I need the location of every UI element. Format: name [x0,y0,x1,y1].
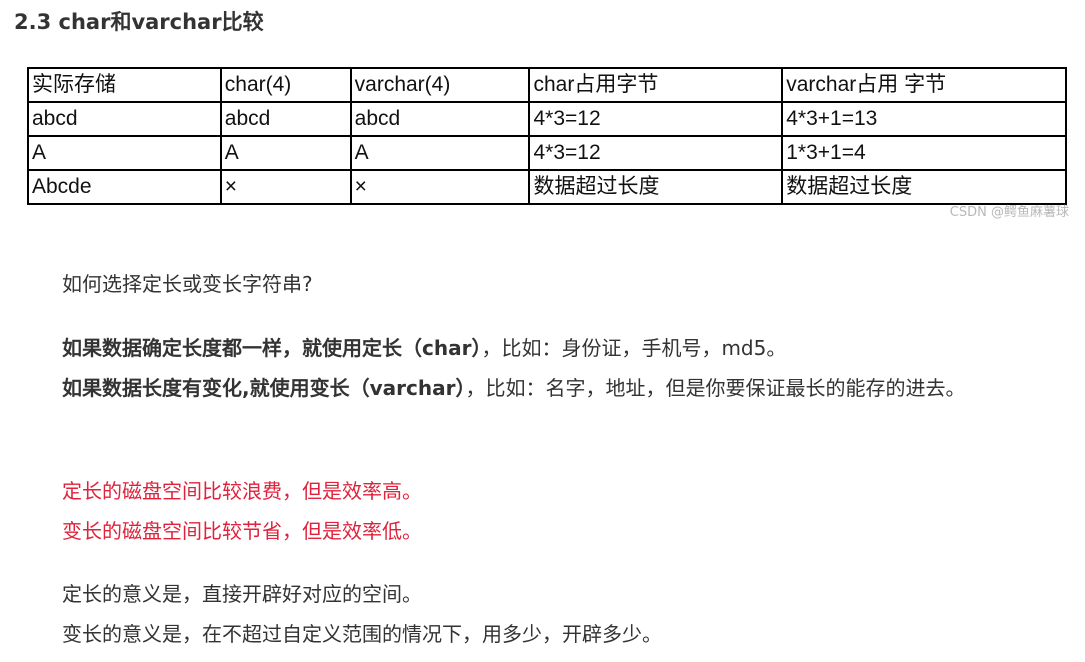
table-row: A A A 4*3=12 1*3+1=4 [27,135,1067,171]
table-row: abcd abcd abcd 4*3=12 4*3+1=13 [27,101,1067,137]
meaning-fixed-line: 定长的意义是，直接开辟好对应的空间。 [62,582,422,606]
table-header-row: 实际存储 char(4) varchar(4) char占用字节 varchar… [27,67,1067,103]
table-cell: A [219,135,352,171]
table-cell: A [349,135,531,171]
fixed-rule-rest: ，比如：身份证，手机号，md5。 [481,336,787,360]
table-cell: char占用字节 [528,67,784,103]
table-cell: char(4) [219,67,352,103]
table-cell: varchar(4) [349,67,531,103]
table-cell: 实际存储 [27,67,222,103]
table-cell: abcd [349,101,531,137]
table-cell: varchar占用 字节 [781,67,1067,103]
table-cell: 4*3=12 [528,135,784,171]
table-cell: 1*3+1=4 [781,135,1067,171]
table-cell: abcd [219,101,352,137]
table-cell: 数据超过长度 [781,169,1067,205]
rule-paragraph: 如果数据确定长度都一样，就使用定长（char），比如：身份证，手机号，md5。 … [14,328,1074,408]
fixed-rule-line: 如果数据确定长度都一样，就使用定长（char），比如：身份证，手机号，md5。 [14,336,786,360]
red-line-var: 变长的磁盘空间比较节省，但是效率低。 [62,519,422,543]
efficiency-paragraph: 定长的磁盘空间比较浪费，但是效率高。 变长的磁盘空间比较节省，但是效率低。 [14,471,1074,551]
question-paragraph: 如何选择定长或变长字符串? [14,264,1074,304]
red-line-fixed: 定长的磁盘空间比较浪费，但是效率高。 [62,479,422,503]
question-text: 如何选择定长或变长字符串? [62,272,313,296]
var-rule-line: 如果数据长度有变化,就使用变长（varchar），比如：名字，地址，但是你要保证… [14,376,965,400]
table-cell: 4*3=12 [528,101,784,137]
var-rule-rest: ，比如：名字，地址，但是你要保证最长的能存的进去。 [465,376,966,400]
comparison-table-container: 实际存储 char(4) varchar(4) char占用字节 varchar… [27,67,1069,214]
table-cell: A [27,135,222,171]
table-cell: 数据超过长度 [528,169,784,205]
csdn-watermark: CSDN @鳄鱼麻薯球 [949,205,1069,220]
comparison-table: 实际存储 char(4) varchar(4) char占用字节 varchar… [27,67,1067,205]
table-cell: × [219,169,352,205]
meaning-paragraph: 定长的意义是，直接开辟好对应的空间。 变长的意义是，在不超过自定义范围的情况下，… [14,574,1074,654]
table-row: Abcde × × 数据超过长度 数据超过长度 [27,169,1067,205]
fixed-rule-bold: 如果数据确定长度都一样，就使用定长（char） [62,336,482,360]
table-cell: Abcde [27,169,222,205]
section-heading: 2.3 char和varchar比较 [14,10,264,34]
var-rule-bold: 如果数据长度有变化,就使用变长（varchar） [62,376,466,400]
table-cell: × [349,169,531,205]
meaning-var-line: 变长的意义是，在不超过自定义范围的情况下，用多少，开辟多少。 [62,622,662,646]
table-cell: abcd [27,101,222,137]
table-cell: 4*3+1=13 [781,101,1067,137]
